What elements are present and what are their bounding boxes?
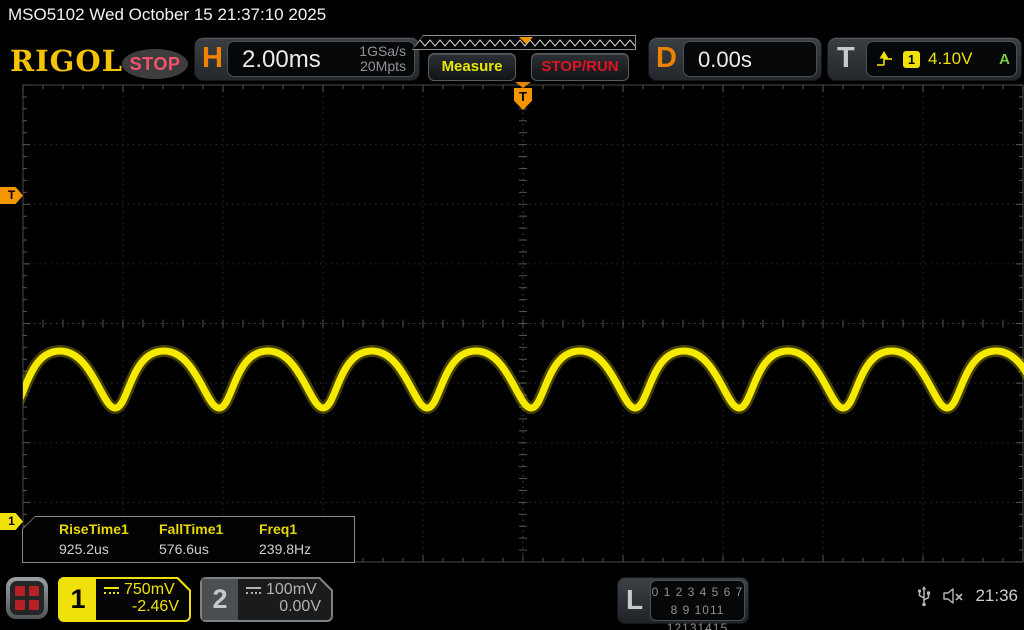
measurement-label: FallTime1 bbox=[159, 521, 224, 537]
logic-analyzer-label: L bbox=[626, 584, 644, 615]
measurement-label: RiseTime1 bbox=[59, 521, 129, 537]
measurement-item: Freq1 239.8Hz bbox=[259, 521, 354, 557]
measurement-item: RiseTime1 925.2us bbox=[59, 521, 159, 557]
speaker-muted-icon[interactable] bbox=[941, 586, 965, 606]
measurement-panel[interactable]: RiseTime1 925.2us FallTime1 576.6us Freq… bbox=[22, 516, 355, 563]
measurement-value: 925.2us bbox=[59, 541, 109, 557]
dc-coupling-icon bbox=[104, 586, 119, 595]
channel2-status-box[interactable]: 2 100mV 0.00V bbox=[200, 577, 333, 622]
digital-row2: 8 9 1011 12131415 bbox=[666, 603, 729, 630]
multi-window-button[interactable] bbox=[6, 577, 48, 619]
channel2-scale: 100mV bbox=[266, 581, 317, 598]
logic-analyzer-box[interactable]: L 0 1 2 3 4 5 6 7 8 9 1011 12131415 bbox=[617, 577, 749, 630]
oscilloscope-screen: MSO5102 Wed October 15 21:37:10 2025 RIG… bbox=[0, 0, 1024, 630]
channel2-number: 2 bbox=[202, 579, 238, 620]
clock: 21:36 bbox=[975, 586, 1018, 605]
channel2-offset: 0.00V bbox=[279, 598, 321, 615]
measurement-item: FallTime1 576.6us bbox=[159, 521, 259, 557]
measurement-value: 576.6us bbox=[159, 541, 209, 557]
measurement-value: 239.8Hz bbox=[259, 541, 312, 557]
grid-icon bbox=[10, 581, 44, 615]
measurement-panel-inner: RiseTime1 925.2us FallTime1 576.6us Freq… bbox=[23, 517, 354, 562]
digital-row1: 0 1 2 3 4 5 6 7 bbox=[651, 585, 744, 599]
digital-channels: 0 1 2 3 4 5 6 7 8 9 1011 12131415 bbox=[650, 580, 745, 630]
channel1-number: 1 bbox=[60, 579, 96, 620]
trigger-position-tip bbox=[515, 82, 531, 88]
channel1-scale: 750mV bbox=[124, 581, 175, 598]
dc-coupling-icon bbox=[246, 586, 261, 595]
measurement-label: Freq1 bbox=[259, 521, 298, 537]
channel1-offset: -2.46V bbox=[131, 598, 179, 615]
usb-icon bbox=[918, 586, 931, 607]
channel1-status-box[interactable]: 1 750mV -2.46V bbox=[58, 577, 191, 622]
